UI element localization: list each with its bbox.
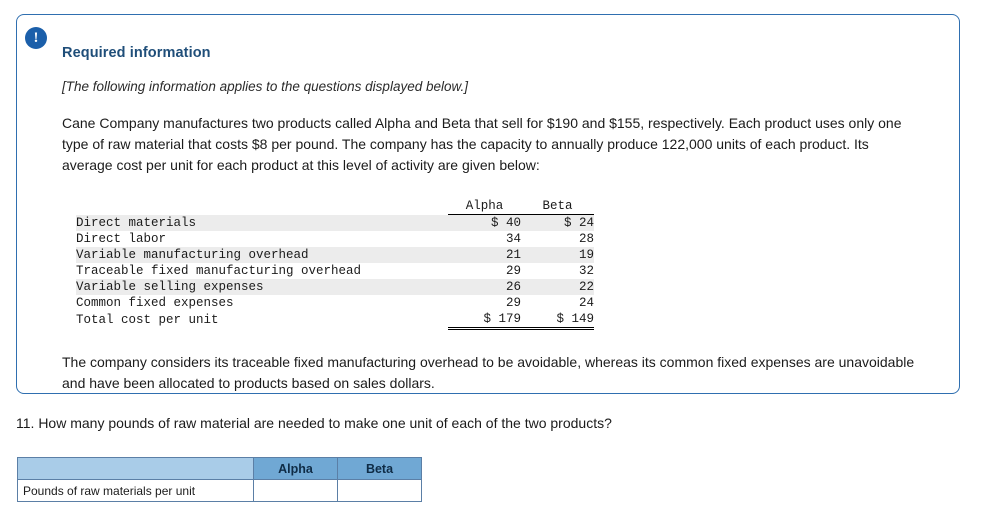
- table-total-row: Total cost per unit $ 179 $ 149: [76, 311, 594, 330]
- answer-input-row: Pounds of raw materials per unit: [17, 479, 422, 502]
- row-beta-value: 32: [578, 264, 594, 278]
- header-beta: Beta: [521, 198, 594, 215]
- page-title: Required information: [62, 45, 211, 61]
- row-alpha-value: 21: [448, 247, 521, 263]
- row-beta-value: $ 24: [521, 214, 594, 231]
- row-alpha-value: 29: [505, 264, 521, 278]
- row-label: Variable selling expenses: [76, 279, 448, 295]
- answer-alpha-input[interactable]: [254, 480, 337, 501]
- answer-header-row: Alpha Beta: [17, 457, 422, 480]
- row-beta-value: 28: [578, 232, 594, 246]
- answer-table: Alpha Beta Pounds of raw materials per u…: [17, 457, 422, 502]
- answer-header-beta: Beta: [337, 457, 422, 480]
- closing-paragraph: The company considers its traceable fixe…: [62, 354, 915, 391]
- row-label: Traceable fixed manufacturing overhead: [76, 264, 362, 278]
- answer-beta-input[interactable]: [338, 480, 421, 501]
- info-note: [The following information applies to th…: [62, 79, 468, 94]
- table-row: Variable manufacturing overhead 21 19: [76, 247, 594, 263]
- total-alpha-value: $ 179: [448, 311, 521, 330]
- required-information-card: ! Required information [The following in…: [16, 14, 960, 394]
- answer-header-blank: [17, 457, 254, 480]
- cost-per-unit-table: Alpha Beta Direct materials $ 40 $ 24 Di…: [76, 198, 594, 330]
- row-alpha-value: 34: [505, 232, 521, 246]
- row-alpha-value: 29: [505, 296, 521, 310]
- row-label: Direct materials: [76, 214, 448, 231]
- card-content: Required information [The following info…: [62, 45, 929, 394]
- total-label: Total cost per unit: [76, 312, 219, 327]
- row-label: Variable manufacturing overhead: [76, 247, 448, 263]
- row-beta-value: 19: [521, 247, 594, 263]
- question-text: 11. How many pounds of raw material are …: [16, 415, 612, 431]
- row-beta-value: 22: [521, 279, 594, 295]
- answer-header-alpha: Alpha: [253, 457, 338, 480]
- scenario-paragraph: Cane Company manufactures two products c…: [62, 115, 902, 173]
- row-label: Direct labor: [76, 232, 167, 246]
- table-row: Traceable fixed manufacturing overhead 2…: [76, 263, 594, 279]
- total-beta-value: $ 149: [521, 311, 594, 330]
- row-alpha-value: $ 40: [448, 214, 521, 231]
- row-alpha-value: 26: [448, 279, 521, 295]
- table-header-row: Alpha Beta: [76, 198, 594, 215]
- table-row: Direct materials $ 40 $ 24: [76, 214, 594, 231]
- header-blank: [76, 198, 448, 215]
- row-beta-value: 24: [578, 296, 594, 310]
- answer-alpha-cell[interactable]: [253, 479, 338, 502]
- answer-beta-cell[interactable]: [337, 479, 422, 502]
- row-label: Common fixed expenses: [76, 296, 234, 310]
- table-row: Direct labor 34 28: [76, 231, 594, 247]
- table-row: Variable selling expenses 26 22: [76, 279, 594, 295]
- header-alpha: Alpha: [448, 198, 521, 215]
- answer-row-label: Pounds of raw materials per unit: [17, 479, 254, 502]
- exclamation-icon: !: [25, 27, 47, 49]
- table-row: Common fixed expenses 29 24: [76, 295, 594, 311]
